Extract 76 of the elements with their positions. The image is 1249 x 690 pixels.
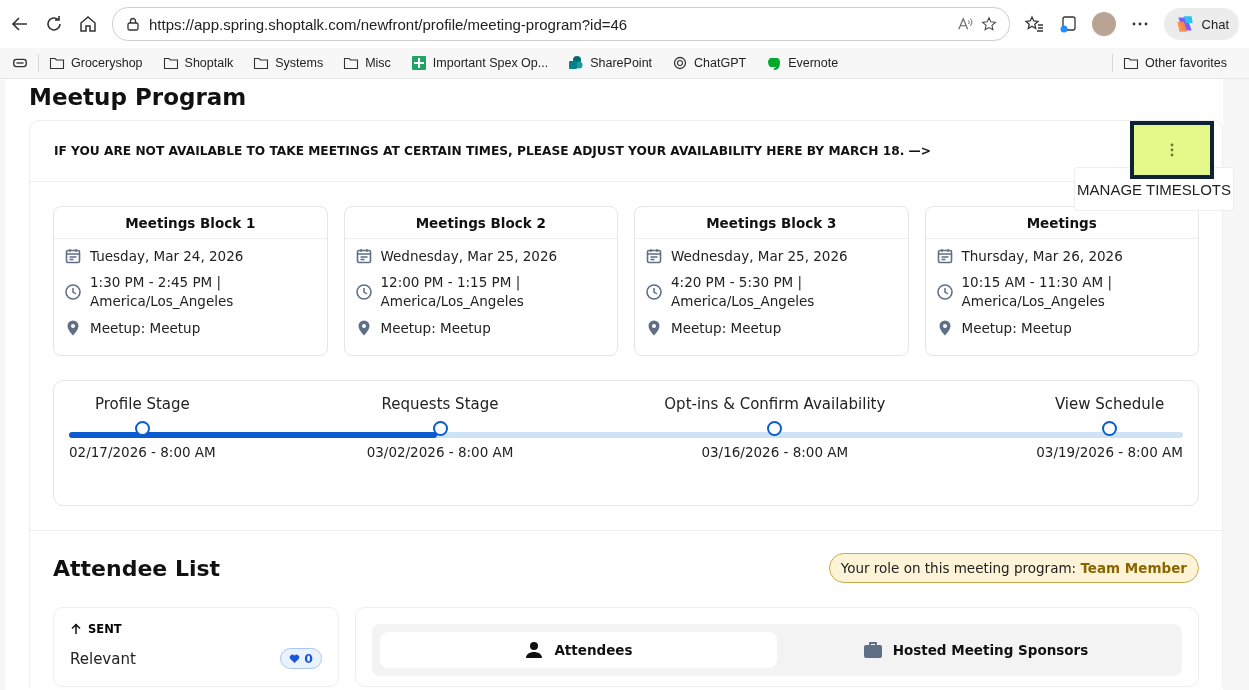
page-title: Meetup Program [29, 83, 248, 112]
kebab-icon [1170, 143, 1174, 157]
folder-icon [1123, 55, 1139, 71]
lock-icon [125, 16, 141, 32]
person-icon [524, 641, 545, 659]
block-time: 12:00 PM - 1:15 PM | [380, 273, 522, 292]
read-aloud-icon[interactable] [956, 16, 973, 32]
block-timezone: America/Los_Angeles [961, 292, 1106, 311]
home-icon[interactable] [78, 14, 98, 34]
bookmark-item[interactable]: Shoptalk [162, 55, 234, 71]
block-date: Thursday, Mar 26, 2026 [961, 248, 1123, 264]
bookmark-item[interactable]: ChatGPT [672, 55, 747, 71]
manage-timeslots-item[interactable]: MANAGE TIMESLOTS [1077, 181, 1231, 198]
block-timezone: America/Los_Angeles [380, 292, 524, 311]
briefcase-icon [862, 641, 883, 659]
bookmark-item[interactable]: Misc [343, 55, 391, 71]
block-date: Tuesday, Mar 24, 2026 [90, 248, 244, 264]
block-location: Meetup: Meetup [90, 320, 201, 336]
bookmark-item[interactable]: Systems [253, 55, 324, 71]
address-bar[interactable]: https://app.spring.shoptalk.com/newfront/profile/meeting-program?id=46 [112, 7, 1010, 41]
block-timezone: America/Los_Angeles [671, 292, 815, 311]
folder-icon [343, 55, 360, 71]
sent-label: SENT [88, 622, 122, 636]
heart-icon [289, 653, 301, 664]
calendar-icon [64, 247, 82, 265]
clock-icon [64, 283, 82, 301]
chat-button[interactable]: Chat [1163, 8, 1239, 40]
bookmark-item[interactable]: Important Spex Op... [410, 55, 549, 71]
block-location: Meetup: Meetup [961, 320, 1072, 336]
stage-label: Profile Stage [95, 395, 190, 413]
favorites-icon[interactable] [1023, 14, 1044, 34]
section-title: Attendee List [53, 555, 221, 581]
block-time: 1:30 PM - 2:45 PM | [90, 273, 223, 292]
tab[interactable]: Hosted Meeting Sponsors [777, 632, 1174, 668]
block-title: Meetings Block 3 [635, 207, 908, 239]
refresh-icon[interactable] [44, 14, 64, 34]
kebab-menu-button[interactable] [1130, 121, 1214, 179]
block-time: 4:20 PM - 5:30 PM | [671, 273, 804, 292]
bookmark-item[interactable]: Evernote [766, 55, 839, 71]
filter-label: Relevant [70, 649, 136, 668]
availability-notice: IF YOU ARE NOT AVAILABLE TO TAKE MEETINGS AT CERTAIN TIMES, PLEASE ADJUST YOUR AVAILABILITY HERE BY MARCH 18. —> [54, 144, 931, 158]
clock-icon [354, 283, 373, 301]
calendar-icon [354, 247, 373, 265]
clock-icon [645, 283, 663, 301]
block-date: Wednesday, Mar 25, 2026 [380, 248, 558, 264]
block-title: Meetings Block 2 [344, 207, 617, 239]
block-location: Meetup: Meetup [380, 320, 491, 336]
arrow-up-icon [70, 623, 82, 635]
stage-date: 03/02/2026 - 8:00 AM [366, 444, 514, 460]
folder-icon [162, 55, 179, 71]
stage-date: 03/16/2026 - 8:00 AM [701, 444, 849, 460]
folder-icon [253, 55, 270, 71]
folder-icon [49, 55, 65, 71]
count-badge: 0 [280, 648, 322, 669]
spreadsheet-icon [410, 55, 427, 71]
star-icon[interactable] [980, 16, 997, 32]
role-badge: Your role on this meeting program: Team Member [828, 553, 1199, 583]
bookmark-item[interactable]: Groceryshop [49, 55, 143, 71]
stage-date: 02/17/2026 - 8:00 AM [69, 444, 216, 460]
block-location: Meetup: Meetup [671, 320, 782, 336]
block-time: 10:15 AM - 11:30 AM | [961, 273, 1112, 292]
stage-dot [432, 421, 448, 436]
clock-icon [935, 283, 954, 301]
stage-label: Opt-ins & Confirm Availability [664, 395, 886, 413]
calendar-icon [935, 247, 954, 265]
tab[interactable]: Attendees [380, 632, 777, 668]
block-title: Meetings [925, 207, 1198, 239]
block-title: Meetings Block 1 [54, 207, 327, 239]
block-timezone: America/Los_Angeles [90, 292, 234, 311]
stage-date: 03/19/2026 - 8:00 AM [1036, 444, 1183, 460]
stage-label: Requests Stage [381, 395, 499, 413]
other-favorites-folder[interactable]: Other favorites [1123, 55, 1227, 71]
block-date: Wednesday, Mar 25, 2026 [671, 248, 848, 264]
stage-label: View Schedule [1054, 395, 1165, 413]
bookmark-item[interactable]: SharePoint [568, 55, 653, 71]
calendar-icon [645, 247, 663, 265]
